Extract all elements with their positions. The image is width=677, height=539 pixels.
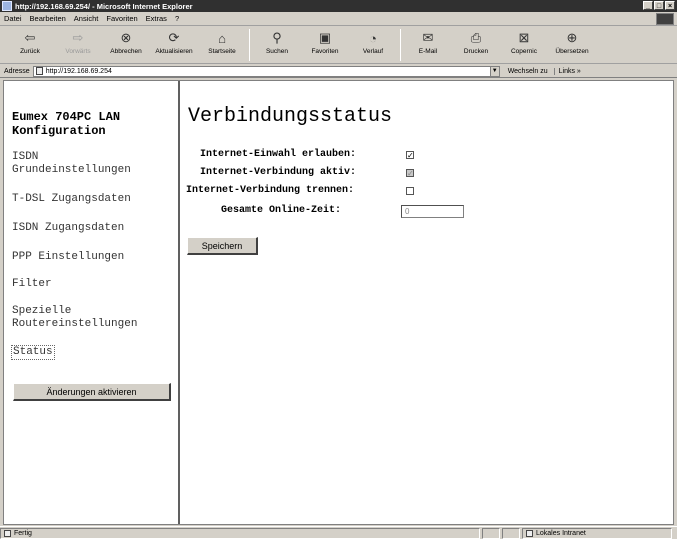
einwahl-checkbox[interactable] — [406, 151, 414, 159]
stop-button[interactable]: ⊗ Abbrechen — [102, 27, 150, 63]
status-pane: Fertig — [0, 527, 480, 539]
window-title: http://192.168.69.254/ - Microsoft Inter… — [15, 1, 193, 11]
mail-button[interactable]: ✉ E-Mail — [404, 27, 452, 63]
toolbar-separator — [400, 29, 401, 61]
address-bar: Adresse http://192.168.69.254 ▼ Wechseln… — [0, 65, 677, 78]
address-input[interactable]: http://192.168.69.254 ▼ — [32, 65, 500, 77]
home-icon: ⌂ — [218, 30, 226, 46]
home-button[interactable]: ⌂ Startseite — [198, 27, 246, 63]
sidebar-item-routereinstellungen[interactable]: Spezielle Routereinstellungen — [12, 305, 177, 331]
verbindung-trennen-checkbox[interactable] — [406, 187, 414, 195]
address-dropdown-button[interactable]: ▼ — [489, 66, 499, 76]
intranet-icon — [526, 529, 533, 537]
menu-datei[interactable]: Datei — [4, 14, 22, 23]
sidebar-item-ppp-einstellungen[interactable]: PPP Einstellungen — [12, 251, 177, 264]
sidebar-item-isdn-zugangsdaten[interactable]: ISDN Zugangsdaten — [12, 222, 177, 235]
copernic-icon: ⊠ — [518, 30, 530, 45]
windows-logo-icon — [656, 13, 674, 25]
sidebar-item-status[interactable]: Status — [11, 345, 55, 360]
main-panel: Verbindungsstatus Internet-Einwahl erlau… — [182, 81, 673, 524]
arrow-right-icon: ⇨ — [72, 30, 84, 45]
refresh-icon: ⟳ — [168, 30, 180, 45]
menu-ansicht[interactable]: Ansicht — [74, 14, 99, 23]
sidebar-item-filter[interactable]: Filter — [12, 278, 177, 291]
verbindung-trennen-label: Internet-Verbindung trennen: — [186, 185, 355, 196]
search-button[interactable]: ⚲ Suchen — [253, 27, 301, 63]
close-button[interactable]: × — [665, 1, 675, 10]
copernic-button[interactable]: ⊠ Copernic — [500, 27, 548, 63]
search-icon: ⚲ — [272, 30, 282, 45]
arrow-left-icon: ⇦ — [24, 30, 36, 45]
printer-icon: ⎙ — [470, 30, 482, 45]
translate-button[interactable]: ⊕ Übersetzen — [548, 27, 596, 63]
maximize-button[interactable]: □ — [654, 1, 664, 10]
history-icon: ◔ — [369, 30, 377, 46]
menu-help[interactable]: ? — [175, 14, 179, 23]
status-bar: Fertig Lokales Intranet — [0, 526, 677, 539]
mail-icon: ✉ — [422, 30, 434, 45]
links-button[interactable]: Links » — [553, 67, 581, 75]
page-title: Verbindungsstatus — [188, 105, 393, 128]
online-zeit-label: Gesamte Online-Zeit: — [221, 205, 342, 216]
menu-bearbeiten[interactable]: Bearbeiten — [30, 14, 66, 23]
history-button[interactable]: ◔ Verlauf — [349, 27, 397, 63]
sidebar-item-isdn-grundeinstellungen[interactable]: ISDN Grundeinstellungen — [12, 151, 177, 177]
toolbar-separator — [249, 29, 250, 61]
minimize-button[interactable]: _ — [643, 1, 653, 10]
back-button[interactable]: ⇦ Zurück — [6, 27, 54, 63]
address-url: http://192.168.69.254 — [45, 67, 112, 75]
sidebar-item-tdsl-zugangsdaten[interactable]: T-DSL Zugangsdaten — [12, 193, 177, 206]
favorites-button[interactable]: ▣ Favoriten — [301, 27, 349, 63]
stop-icon: ⊗ — [120, 30, 132, 45]
go-button[interactable]: Wechseln zu — [508, 68, 548, 75]
status-pane-empty — [482, 527, 500, 539]
einwahl-label: Internet-Einwahl erlauben: — [200, 149, 357, 160]
menu-favoriten[interactable]: Favoriten — [106, 14, 137, 23]
globe-icon: ⊕ — [566, 30, 578, 45]
page-done-icon — [4, 529, 11, 537]
save-button[interactable]: Speichern — [187, 237, 258, 255]
menu-bar: Datei Bearbeiten Ansicht Favoriten Extra… — [0, 12, 677, 26]
address-label: Adresse — [4, 67, 30, 75]
sidebar: Eumex 704PC LAN Konfiguration ISDN Grund… — [4, 81, 180, 524]
online-zeit-field[interactable]: 0 — [401, 205, 464, 218]
refresh-button[interactable]: ⟳ Aktualisieren — [150, 27, 198, 63]
print-button[interactable]: ⎙ Drucken — [452, 27, 500, 63]
page-content: Eumex 704PC LAN Konfiguration ISDN Grund… — [3, 80, 674, 525]
apply-changes-button[interactable]: Änderungen aktivieren — [13, 383, 171, 401]
ie-icon — [2, 1, 12, 11]
zone-pane: Lokales Intranet — [522, 527, 672, 539]
brand-title: Eumex 704PC LAN Konfiguration — [12, 110, 121, 138]
page-icon — [35, 67, 43, 75]
title-bar: http://192.168.69.254/ - Microsoft Inter… — [0, 0, 677, 12]
verbindung-aktiv-label: Internet-Verbindung aktiv: — [200, 167, 357, 178]
menu-extras[interactable]: Extras — [146, 14, 167, 23]
status-pane-empty — [502, 527, 520, 539]
toolbar: ⇦ Zurück ⇨ Vorwärts ⊗ Abbrechen ⟳ Aktual… — [0, 27, 677, 64]
favorites-icon: ▣ — [318, 30, 332, 45]
verbindung-aktiv-checkbox — [406, 169, 414, 177]
forward-button[interactable]: ⇨ Vorwärts — [54, 27, 102, 63]
